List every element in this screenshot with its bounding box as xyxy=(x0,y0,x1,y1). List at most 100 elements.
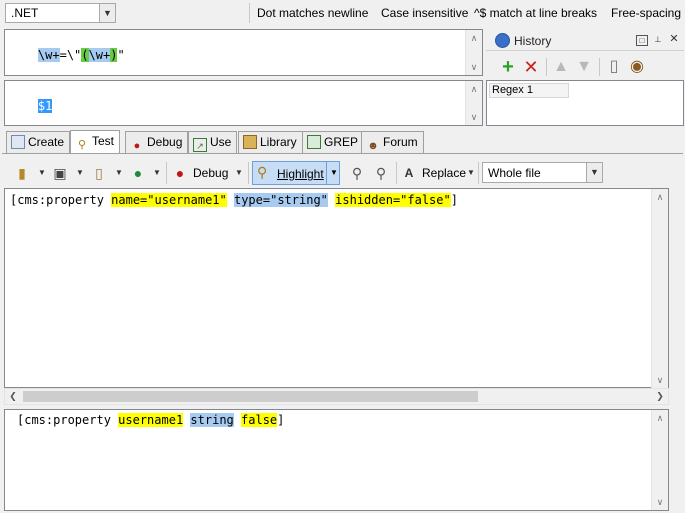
replacement-scrollbar[interactable]: ∧ ∨ xyxy=(465,81,482,125)
tab-use[interactable]: ↗ Use xyxy=(188,131,238,153)
regex-editor[interactable]: \w+=\"(\w+)" ∧ ∨ xyxy=(4,29,483,76)
regex-token-literal: =\" xyxy=(59,48,82,62)
separator xyxy=(249,3,250,23)
tab-label: Create xyxy=(28,135,65,149)
move-up-icon[interactable]: ▲ xyxy=(551,57,571,77)
dot-matches-newline-toggle[interactable]: Dot matches newline xyxy=(257,6,368,20)
replace-button[interactable]: Replace xyxy=(422,166,466,180)
tab-label: Test xyxy=(92,134,115,148)
tab-forum[interactable]: ☻ Forum xyxy=(361,131,424,153)
history-clock-icon xyxy=(495,33,510,48)
scroll-down-icon[interactable]: ∨ xyxy=(652,495,668,509)
regex-token-word: \w+ xyxy=(88,48,111,62)
restore-icon[interactable]: □ xyxy=(636,35,648,46)
scroll-up-icon[interactable]: ∧ xyxy=(466,82,482,96)
test-subject-editor[interactable]: [cms:property name="username1" type="str… xyxy=(4,188,669,388)
replace-result-panel[interactable]: [cms:property username1 string false] ∧ … xyxy=(4,409,669,511)
debug-button[interactable]: Debug xyxy=(193,166,228,180)
separator xyxy=(478,162,479,184)
clipboard-icon[interactable]: ▯ xyxy=(89,163,109,183)
highlight-label: Highlight xyxy=(277,167,324,181)
chevron-down-icon[interactable]: ▼ xyxy=(153,168,161,177)
tab-library[interactable]: Library xyxy=(238,131,303,153)
replacement-text: $1 xyxy=(37,99,53,113)
new-document-icon[interactable]: ▯ xyxy=(604,57,624,77)
bug-icon[interactable]: ● xyxy=(170,163,190,183)
regex-token-word: \w+ xyxy=(37,48,60,62)
delete-regex-icon[interactable]: ✕ xyxy=(521,57,541,77)
open-file-icon[interactable]: ▮ xyxy=(12,163,32,183)
scroll-left-icon[interactable]: ❮ xyxy=(5,389,21,404)
zoom-next-icon[interactable]: ⚲ xyxy=(371,163,391,183)
forum-icon: ☻ xyxy=(367,140,379,152)
line-breaks-toggle[interactable]: ^$ match at line breaks xyxy=(474,6,597,20)
zoom-previous-icon[interactable]: ⚲ xyxy=(347,163,367,183)
result-scrollbar[interactable]: ∧ ∨ xyxy=(651,410,668,510)
history-title: History xyxy=(514,34,552,48)
flavor-select[interactable]: .NET ▼ xyxy=(5,3,116,23)
replace-icon[interactable]: A xyxy=(399,163,419,183)
scroll-up-icon[interactable]: ∧ xyxy=(652,411,668,425)
subject-match: ishidden="false" xyxy=(335,193,451,207)
save-icon[interactable]: ▣ xyxy=(50,163,70,183)
use-icon: ↗ xyxy=(193,138,207,152)
scroll-up-icon[interactable]: ∧ xyxy=(652,190,668,204)
separator xyxy=(166,162,167,184)
result-match: username1 xyxy=(118,413,184,427)
tab-label: Use xyxy=(210,135,232,149)
scroll-up-icon[interactable]: ∧ xyxy=(466,31,482,45)
scroll-down-icon[interactable]: ∨ xyxy=(466,110,482,124)
subject-match: type="string" xyxy=(233,193,328,207)
subject-scrollbar[interactable]: ∧ ∨ xyxy=(651,189,668,388)
move-down-icon[interactable]: ▼ xyxy=(574,57,594,77)
case-insensitive-toggle[interactable]: Case insensitive xyxy=(381,6,468,20)
magnifier-icon: ⚲ xyxy=(257,164,268,180)
scroll-right-icon[interactable]: ❯ xyxy=(652,389,668,404)
replacement-editor[interactable]: $1 ∧ ∨ xyxy=(4,80,483,126)
magnifier-icon: ⚲ xyxy=(77,139,87,151)
history-list[interactable]: Regex 1 xyxy=(486,80,684,126)
scroll-down-icon[interactable]: ∨ xyxy=(466,60,482,74)
scope-value: Whole file xyxy=(488,166,541,180)
separator xyxy=(248,162,249,184)
tab-grep[interactable]: GREP xyxy=(302,131,365,153)
chevron-down-icon[interactable]: ▼ xyxy=(99,4,115,22)
pin-icon[interactable]: ⊥ xyxy=(652,35,664,46)
subject-text: [cms:property xyxy=(10,193,112,207)
chevron-down-icon[interactable]: ▼ xyxy=(115,168,123,177)
tab-label: Forum xyxy=(383,135,418,149)
chevron-down-icon[interactable]: ▼ xyxy=(235,168,243,177)
chevron-down-icon[interactable]: ▼ xyxy=(586,163,602,182)
result-text: ] xyxy=(277,413,285,427)
tab-test[interactable]: ⚲ Test xyxy=(70,130,121,154)
free-spacing-toggle[interactable]: Free-spacing xyxy=(611,6,681,20)
subject-match: name="username1" xyxy=(111,193,227,207)
scroll-thumb[interactable] xyxy=(23,391,478,402)
separator xyxy=(396,162,397,184)
history-item[interactable]: Regex 1 xyxy=(489,83,569,98)
grep-icon xyxy=(307,135,321,149)
regex-scrollbar[interactable]: ∧ ∨ xyxy=(465,30,482,75)
highlight-button[interactable]: ⚲ Highlight ▼ xyxy=(252,161,340,185)
chevron-down-icon[interactable]: ▼ xyxy=(38,168,46,177)
tab-create[interactable]: Create xyxy=(6,131,71,153)
globe-icon[interactable]: ● xyxy=(128,163,148,183)
tab-debug[interactable]: ● Debug xyxy=(125,131,189,153)
chevron-down-icon[interactable]: ▼ xyxy=(467,168,475,177)
tab-label: Library xyxy=(260,135,297,149)
result-text: [cms:property xyxy=(17,413,119,427)
scope-select[interactable]: Whole file ▼ xyxy=(482,162,603,183)
chevron-down-icon[interactable]: ▼ xyxy=(76,168,84,177)
regex-token-group-open: ( xyxy=(81,48,89,62)
bug-icon: ● xyxy=(133,140,141,152)
library-icon xyxy=(243,135,257,149)
mascot-icon[interactable]: ◉ xyxy=(627,57,647,77)
subject-horizontal-scrollbar[interactable]: ❮ ❯ xyxy=(4,388,669,405)
close-icon[interactable]: ✕ xyxy=(668,34,680,46)
tab-label: GREP xyxy=(324,135,359,149)
result-match: false xyxy=(241,413,278,427)
chevron-down-icon[interactable]: ▼ xyxy=(330,168,338,177)
add-regex-icon[interactable]: + xyxy=(498,57,518,77)
separator xyxy=(326,162,327,184)
scroll-down-icon[interactable]: ∨ xyxy=(652,373,668,387)
